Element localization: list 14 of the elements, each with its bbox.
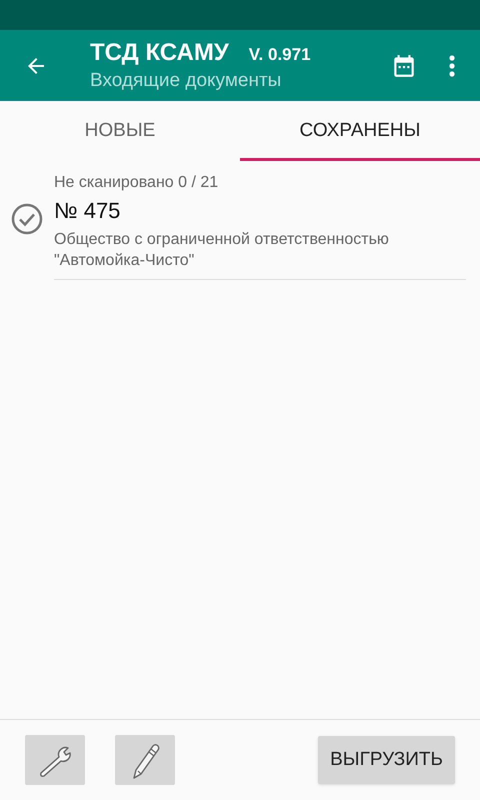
- upload-button[interactable]: ВЫГРУЗИТЬ: [318, 736, 455, 784]
- app-subtitle: Входящие документы: [90, 68, 282, 92]
- more-options-icon: [449, 54, 455, 76]
- document-item[interactable]: Не сканировано 0 / 21 № 475 Общество с ограниченной ответственностью "Автомойка-Чисто": [54, 173, 466, 280]
- document-number: № 475: [54, 197, 122, 225]
- settings-button[interactable]: [25, 735, 85, 785]
- scan-status: Не сканировано 0 / 21: [54, 173, 220, 193]
- supplier-name: Общество с ограниченной ответственностью "Автомойка-Чисто": [54, 230, 390, 271]
- edit-button[interactable]: [115, 735, 175, 785]
- version-label: V. 0.971: [248, 44, 311, 66]
- check-circle-icon: [11, 203, 43, 235]
- app-title: ТСД КСАМУ: [90, 38, 229, 68]
- tab[interactable]: НОВЫЕ: [0, 101, 240, 161]
- tab[interactable]: СОХРАНЕНЫ: [240, 101, 480, 161]
